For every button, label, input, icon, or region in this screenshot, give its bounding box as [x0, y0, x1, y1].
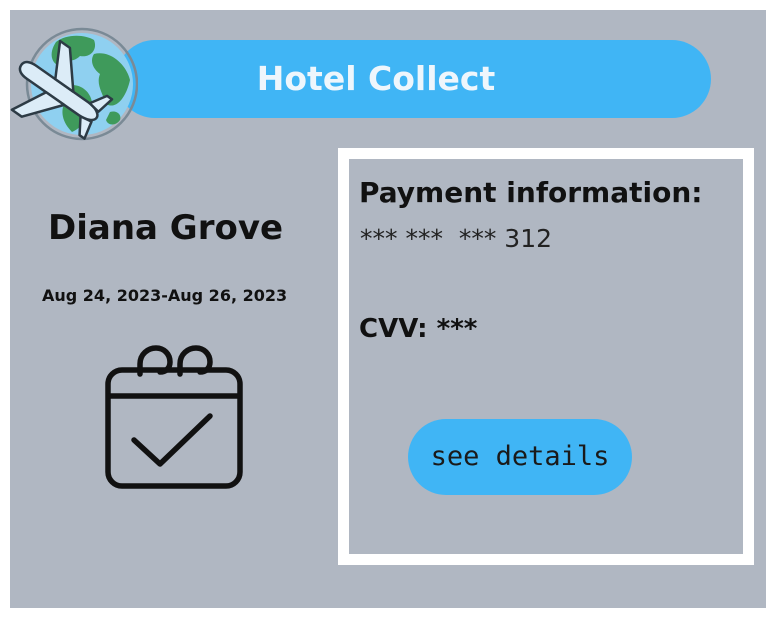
app-title: Hotel Collect — [256, 59, 496, 98]
masked-cvv: CVV: *** — [359, 314, 478, 344]
guest-name: Diana Grove — [48, 208, 284, 248]
globe-airplane-icon — [10, 27, 138, 141]
payment-title: Payment information: — [359, 176, 703, 209]
masked-card-number: *** *** *** 312 — [360, 224, 553, 253]
payment-panel — [338, 148, 754, 565]
calendar-check-icon — [105, 345, 243, 489]
see-details-button[interactable]: see details — [408, 419, 632, 495]
stay-dates: Aug 24, 2023-Aug 26, 2023 — [42, 286, 288, 305]
